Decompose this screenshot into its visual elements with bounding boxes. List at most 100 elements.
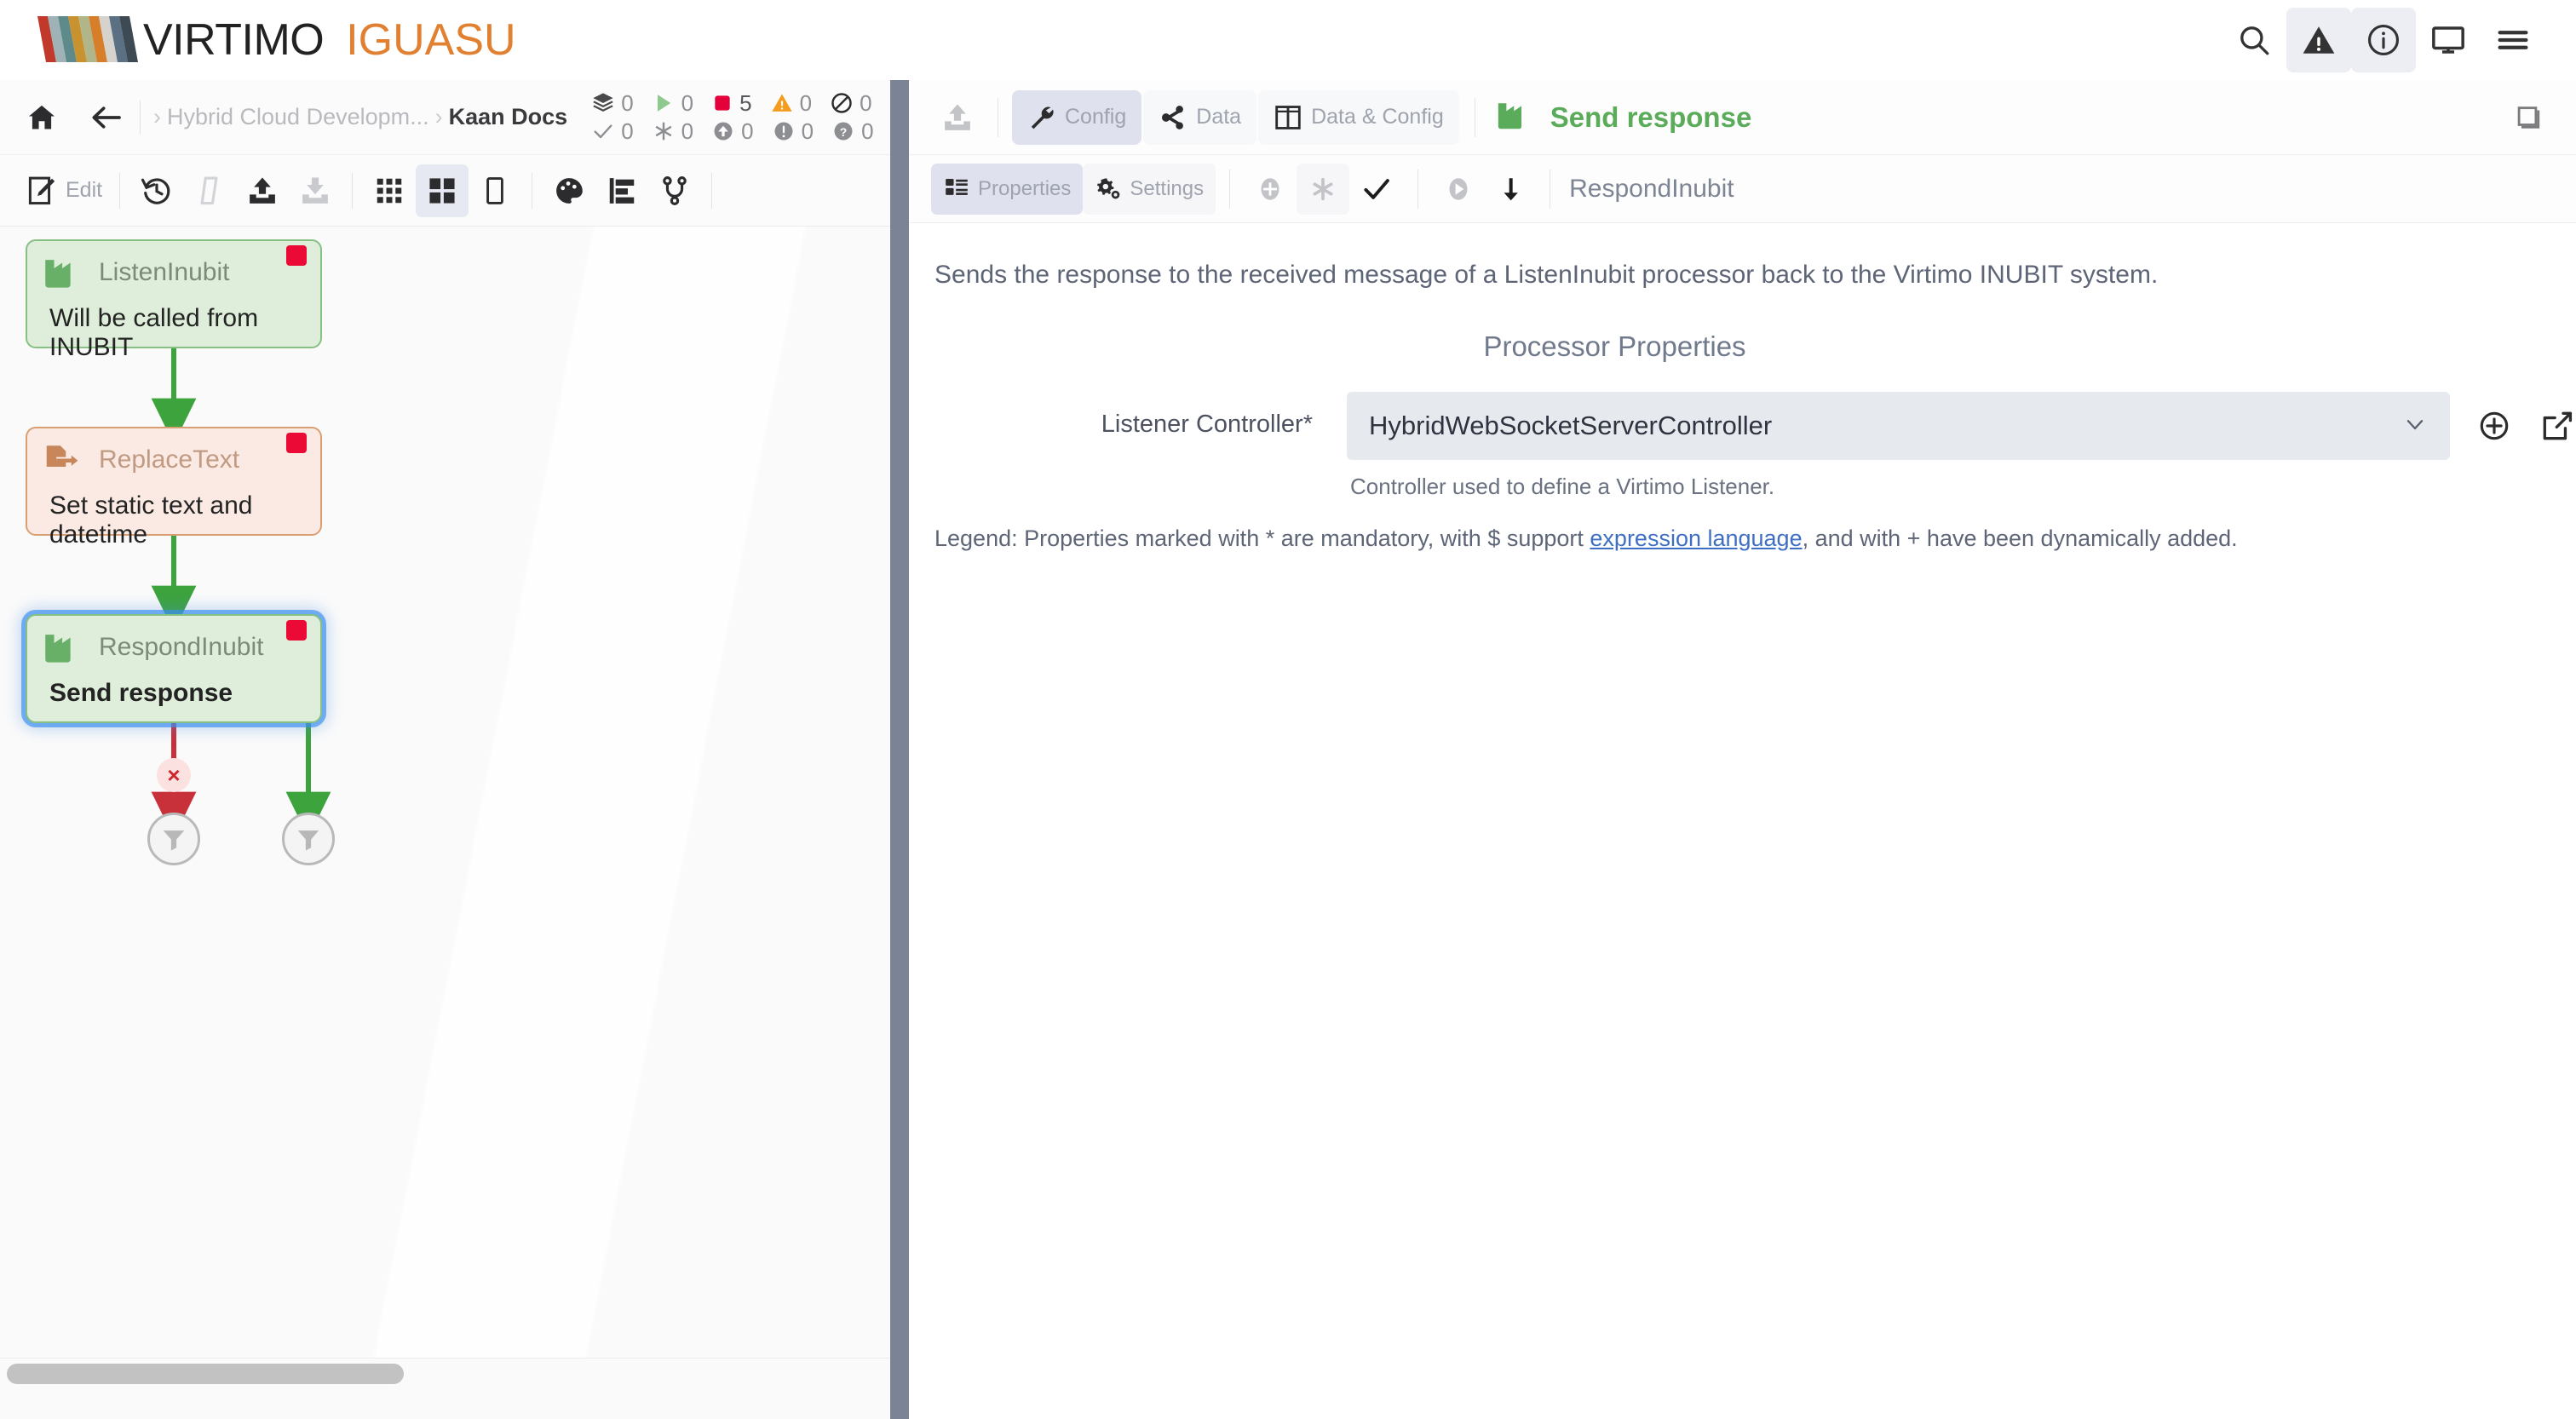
canvas-scrollbar-thumb[interactable]	[7, 1364, 404, 1384]
asterisk-button[interactable]	[1297, 163, 1350, 215]
counter-stopped: 5	[711, 90, 752, 117]
right-panel: Config Data Data & Config Send response …	[909, 80, 2576, 1419]
legend-suffix: , and with + have been dynamically added…	[1802, 526, 2238, 551]
left-panel: › Hybrid Cloud Developm... › Kaan Docs 0	[0, 80, 890, 1419]
counter-error: 0	[772, 118, 814, 145]
brand-name: VIRTIMO	[143, 15, 325, 65]
info-icon[interactable]	[2351, 8, 2416, 72]
settings-button-label: Settings	[1130, 176, 1205, 200]
counter-error-value: 0	[801, 118, 814, 144]
success-funnel[interactable]	[282, 813, 335, 865]
flow-canvas[interactable]: ListenInubit Will be called from INUBIT …	[0, 227, 890, 1388]
search-icon[interactable]	[2222, 8, 2286, 72]
property-field: HybridWebSocketServerController Controll…	[1347, 392, 2450, 500]
factory-icon	[1496, 98, 1535, 136]
properties-button[interactable]: Properties	[931, 163, 1084, 215]
counter-layers: 0	[591, 89, 634, 117]
status-counters-row-2: 0 0 0 0 ? 0	[591, 118, 890, 145]
monitor-icon[interactable]	[2416, 8, 2481, 72]
home-button[interactable]	[15, 91, 68, 144]
required-marker: *	[1302, 411, 1313, 438]
chevron-down-icon[interactable]	[2402, 411, 2428, 441]
menu-icon[interactable]	[2481, 8, 2545, 72]
replace-text-icon	[43, 442, 85, 478]
toolbar-divider	[711, 172, 713, 209]
edit-button[interactable]: Edit	[19, 164, 109, 217]
download-button[interactable]	[1485, 164, 1536, 215]
download-button[interactable]	[289, 164, 342, 217]
breadcrumb-chevron-icon: ›	[434, 104, 443, 129]
toolbar-divider	[140, 100, 141, 135]
counter-layers-value: 0	[621, 89, 634, 116]
expression-language-link[interactable]: expression language	[1590, 526, 1802, 551]
eraser-button[interactable]	[183, 164, 236, 217]
settings-button[interactable]: Settings	[1083, 163, 1216, 215]
node-title: RespondInubit	[99, 633, 264, 661]
edit-button-label: Edit	[66, 178, 103, 202]
tab-data-and-config[interactable]: Data & Config	[1258, 89, 1459, 145]
counter-upload: 0	[711, 118, 754, 145]
counter-running-value: 0	[681, 89, 694, 116]
product-name: IGUASU	[346, 15, 516, 65]
right-panel-body: Sends the response to the received messa…	[909, 223, 2576, 1419]
plus-circle-icon[interactable]	[2475, 407, 2513, 445]
property-row-listener-controller: Listener Controller* HybridWebSocketServ…	[909, 392, 2576, 500]
grid-small-icon[interactable]	[363, 164, 416, 217]
branch-icon[interactable]	[648, 164, 701, 217]
align-icon[interactable]	[595, 164, 648, 217]
node-header: RespondInubit	[27, 616, 320, 665]
canvas-horizontal-scrollbar[interactable]	[0, 1358, 890, 1388]
node-title: ListenInubit	[99, 258, 230, 286]
edge-error-marker[interactable]: ×	[157, 758, 191, 792]
palette-icon[interactable]	[543, 164, 595, 217]
breadcrumb-parent[interactable]: Hybrid Cloud Developm...	[167, 104, 429, 130]
brand-logo: VIRTIMO IGUASU	[37, 15, 516, 65]
right-panel-header-actions	[2501, 91, 2576, 144]
flow-node-respondinubit[interactable]: RespondInubit Send response	[26, 614, 322, 723]
counter-valid: 0	[591, 118, 634, 145]
factory-icon	[43, 255, 85, 290]
right-panel-title-text: Send response	[1550, 101, 1752, 133]
add-button[interactable]	[1244, 164, 1297, 215]
top-bar: VIRTIMO IGUASU	[0, 0, 2576, 80]
flow-node-listeninubit[interactable]: ListenInubit Will be called from INUBIT	[26, 239, 322, 361]
external-link-icon[interactable]	[2539, 407, 2576, 445]
run-button[interactable]	[1432, 164, 1485, 215]
failure-funnel[interactable]	[147, 813, 200, 865]
toolbar-divider	[352, 172, 354, 209]
counter-disabled-value: 0	[860, 89, 872, 116]
tab-config[interactable]: Config	[1012, 89, 1142, 145]
apply-button[interactable]	[1349, 164, 1404, 215]
single-pane-icon[interactable]	[469, 164, 521, 217]
flow-node-replacetext[interactable]: ReplaceText Set static text and datetime	[26, 427, 322, 549]
listener-controller-value: HybridWebSocketServerController	[1369, 411, 1773, 440]
breadcrumb-current[interactable]: Kaan Docs	[449, 104, 568, 130]
upload-button[interactable]	[236, 164, 289, 217]
legend: Legend: Properties marked with * are man…	[909, 500, 2576, 552]
toolbar-divider	[119, 172, 121, 209]
node-header: ListenInubit	[27, 241, 320, 290]
svg-text:?: ?	[840, 125, 848, 139]
right-panel-header: Config Data Data & Config Send response	[909, 80, 2576, 155]
app-root: VIRTIMO IGUASU › Hybrid Cloud Developm..…	[0, 0, 2576, 1419]
back-button[interactable]	[80, 91, 133, 144]
panel-toggle-icon[interactable]	[2501, 91, 2554, 144]
warning-icon[interactable]	[2286, 8, 2351, 72]
node-status-badge	[286, 245, 307, 266]
node-header: ReplaceText	[27, 428, 320, 478]
counter-valid-value: 0	[621, 118, 634, 144]
property-label-text: Listener Controller	[1101, 411, 1303, 438]
panel-splitter[interactable]	[890, 80, 909, 1419]
toolbar-divider	[1417, 169, 1419, 209]
history-button[interactable]	[130, 164, 183, 217]
top-bar-actions	[2222, 0, 2576, 80]
counter-warning-value: 0	[799, 89, 813, 116]
upload-icon[interactable]	[931, 91, 984, 144]
tab-data[interactable]: Data	[1143, 89, 1257, 145]
status-counters-row-1: 0 0 5 0 0	[591, 90, 890, 117]
listener-controller-select[interactable]: HybridWebSocketServerController	[1347, 392, 2450, 460]
grid-large-icon[interactable]	[416, 164, 469, 217]
node-subtitle: Set static text and datetime	[49, 491, 253, 549]
properties-button-label: Properties	[978, 176, 1072, 200]
status-counters: 0 0 5 0 0 0 0 0 0 ? 0	[591, 90, 890, 145]
